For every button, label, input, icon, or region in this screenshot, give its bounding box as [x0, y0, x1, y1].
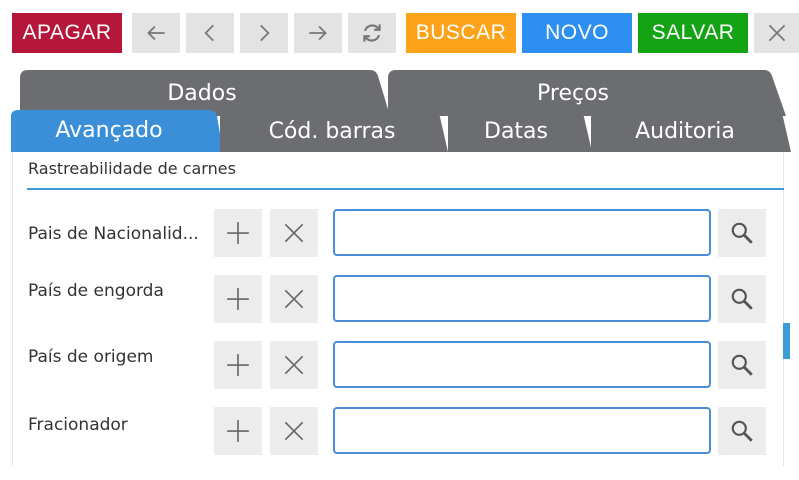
add-button[interactable]: [214, 275, 262, 323]
clear-button[interactable]: [270, 209, 318, 257]
arrow-right-icon: [309, 25, 327, 41]
x-icon: [284, 421, 304, 441]
plus-icon: [227, 420, 249, 442]
tab-auditoria[interactable]: Auditoria: [591, 110, 791, 152]
row-label: Pais de Nacionalid...: [28, 224, 199, 244]
clear-button[interactable]: [270, 341, 318, 389]
buscar-button[interactable]: BUSCAR: [406, 13, 516, 53]
add-button[interactable]: [214, 407, 262, 455]
search-icon: [731, 222, 753, 244]
apagar-button[interactable]: APAGAR: [12, 13, 122, 53]
search-button[interactable]: [718, 209, 766, 257]
x-icon: [284, 223, 304, 243]
scrollbar-thumb[interactable]: [783, 323, 790, 359]
salvar-button[interactable]: SALVAR: [638, 13, 748, 53]
row-label: Fracionador: [28, 415, 128, 435]
search-button[interactable]: [718, 275, 766, 323]
search-icon: [731, 288, 753, 310]
clear-button[interactable]: [270, 275, 318, 323]
pais-origem-field[interactable]: [333, 341, 711, 388]
close-icon: [768, 24, 785, 42]
fracionador-field[interactable]: [333, 407, 711, 454]
search-button[interactable]: [718, 407, 766, 455]
arrow-left-icon: [147, 25, 165, 41]
close-button[interactable]: [754, 13, 799, 53]
novo-button[interactable]: NOVO: [522, 13, 632, 53]
refresh-icon: [363, 24, 381, 42]
section-title: Rastreabilidade de carnes: [28, 159, 236, 178]
refresh-button[interactable]: [348, 13, 396, 53]
add-button[interactable]: [214, 341, 262, 389]
x-icon: [284, 355, 304, 375]
tab-cod-barras[interactable]: Cód. barras: [220, 110, 448, 152]
next-button[interactable]: [240, 13, 288, 53]
row-label: País de origem: [28, 347, 154, 367]
plus-icon: [227, 222, 249, 244]
x-icon: [284, 289, 304, 309]
search-button[interactable]: [718, 341, 766, 389]
tab-datas[interactable]: Datas: [448, 110, 592, 152]
tab-dados-label: Dados: [167, 80, 237, 106]
search-icon: [731, 354, 753, 376]
back-button[interactable]: [132, 13, 180, 53]
tab-cod-barras-label: Cód. barras: [268, 118, 396, 144]
chevron-left-icon: [204, 24, 214, 42]
chevron-right-icon: [260, 24, 270, 42]
plus-icon: [227, 288, 249, 310]
add-button[interactable]: [214, 209, 262, 257]
pais-nacionalidade-field[interactable]: [333, 209, 711, 256]
row-label: País de engorda: [28, 281, 164, 301]
section-divider: [27, 188, 784, 190]
tab-auditoria-label: Auditoria: [635, 118, 735, 144]
previous-button[interactable]: [186, 13, 234, 53]
clear-button[interactable]: [270, 407, 318, 455]
plus-icon: [227, 354, 249, 376]
pais-engorda-field[interactable]: [333, 275, 711, 322]
forward-button[interactable]: [294, 13, 342, 53]
tab-avancado-label: Avançado: [55, 117, 163, 143]
tab-precos-label: Preços: [537, 80, 609, 106]
tab-avancado[interactable]: Avançado: [11, 108, 223, 152]
search-icon: [731, 420, 753, 442]
tab-datas-label: Datas: [484, 118, 548, 144]
